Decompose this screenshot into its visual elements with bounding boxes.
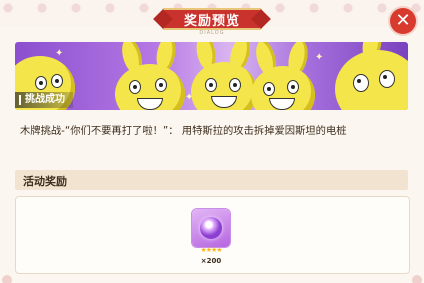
sparkle-icon: ✦ [315,52,324,63]
purple-gem-icon [200,217,222,239]
bunny-character [251,42,315,110]
close-button[interactable]: ✕ [390,8,416,34]
reward-preview-dialog: 奖励预览 DIALOG ✕ ✦ ✦ ✦ 挑战成功 木牌挑战-“你们不要再打了啦！… [0,0,424,283]
reward-quantity: ×200 [200,257,222,265]
bunny-character [335,42,408,110]
rewards-section-header: 活动奖励 [15,170,408,190]
challenge-banner-image: ✦ ✦ ✦ [15,42,408,110]
challenge-success-tag: 挑战成功 [15,92,73,108]
reward-item-frame [192,209,230,247]
corner-ornament [2,275,12,283]
rewards-section-title: 活动奖励 [23,175,67,188]
dialog-title: 奖励预览 [183,14,240,29]
corner-ornament [412,275,422,283]
reward-star-rating: ★★★★ [200,246,222,254]
reward-item[interactable]: ★★★★ ×200 [190,209,234,267]
bunny-character [115,42,185,110]
task-description: 木牌挑战-“你们不要再打了啦！”： 用特斯拉的攻击拆掉爱因斯坦的电桩 [20,125,347,137]
close-icon: ✕ [395,10,411,31]
dialog-subtitle: DIALOG [199,30,225,36]
bunny-character [191,42,257,110]
dialog-title-plate: 奖励预览 DIALOG [152,8,272,36]
rewards-panel: ★★★★ ×200 [15,196,410,274]
